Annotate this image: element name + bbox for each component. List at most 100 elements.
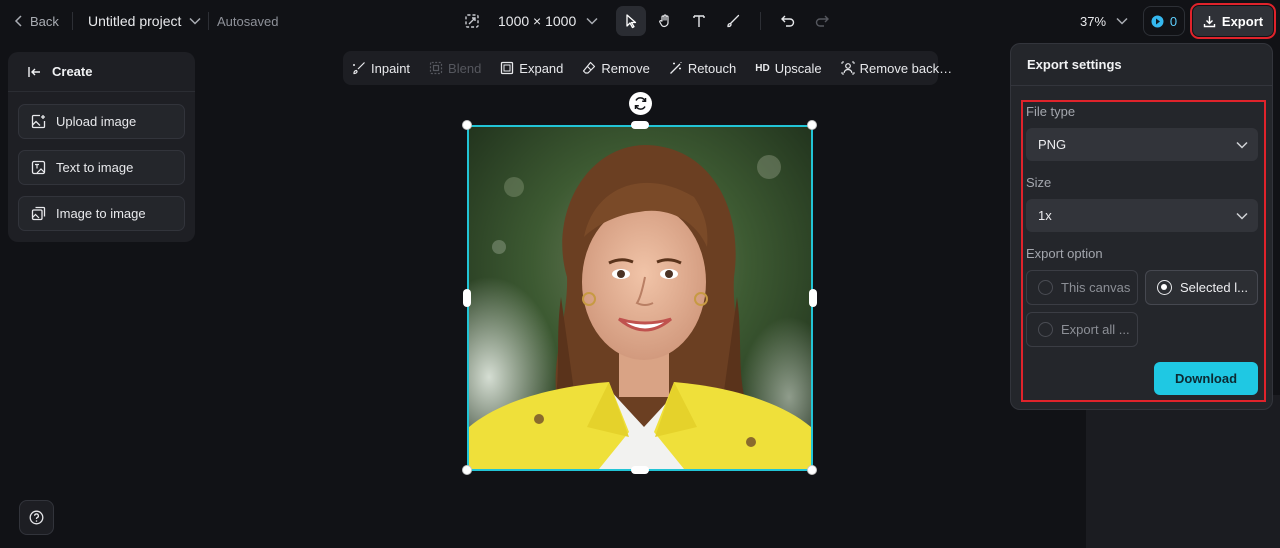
image-to-image-icon xyxy=(31,206,46,221)
size-label: Size xyxy=(1026,175,1052,190)
remove-background-button[interactable]: Remove back… xyxy=(841,61,952,76)
chevron-down-icon xyxy=(189,17,201,25)
tool-group xyxy=(616,6,837,36)
download-button[interactable]: Download xyxy=(1154,362,1258,395)
option-selected-layer[interactable]: Selected l... xyxy=(1145,270,1258,305)
resize-icon xyxy=(465,14,479,28)
resize-canvas-button[interactable] xyxy=(464,0,480,42)
back-button[interactable]: Back xyxy=(14,0,59,42)
option-this-canvas[interactable]: This canvas xyxy=(1026,270,1138,305)
resize-handle-bottom-right[interactable] xyxy=(807,465,817,475)
brush-icon xyxy=(727,14,740,28)
size-select[interactable]: 1x xyxy=(1026,199,1258,232)
text-tool[interactable] xyxy=(684,6,714,36)
zoom-level: 37% xyxy=(1080,13,1107,29)
create-panel: Create Upload image Text to image Image … xyxy=(8,52,195,242)
divider xyxy=(72,12,73,30)
upload-image-button[interactable]: Upload image xyxy=(18,104,185,139)
select-tool[interactable] xyxy=(616,6,646,36)
cursor-icon xyxy=(626,14,637,29)
resize-handle-top[interactable] xyxy=(631,121,649,129)
project-title-dropdown[interactable]: Untitled project xyxy=(88,0,201,42)
help-icon xyxy=(29,510,44,525)
edit-toolbar: Inpaint Blend Expand Remove Retouch HD U… xyxy=(343,51,952,85)
chevron-down-icon xyxy=(1236,212,1248,220)
export-settings-popup: Export settings File type PNG Size 1x Ex… xyxy=(1010,43,1273,410)
resize-handle-bottom[interactable] xyxy=(631,466,649,474)
chevron-down-icon xyxy=(586,17,598,25)
help-button[interactable] xyxy=(19,500,54,535)
rotate-handle[interactable] xyxy=(629,92,652,115)
resize-handle-left[interactable] xyxy=(463,289,471,307)
text-icon xyxy=(693,15,705,27)
option-export-all[interactable]: Export all ... xyxy=(1026,312,1138,347)
file-type-value: PNG xyxy=(1038,137,1067,152)
create-title: Create xyxy=(52,64,93,79)
upscale-label: Upscale xyxy=(774,60,822,76)
canvas-image[interactable] xyxy=(467,125,813,471)
export-settings-title: Export settings xyxy=(1011,44,1272,86)
expand-button[interactable]: Expand xyxy=(500,61,563,76)
retouch-button[interactable]: Retouch xyxy=(669,61,736,76)
remove-button[interactable]: Remove xyxy=(582,60,650,76)
credits-count: 0 xyxy=(1169,13,1178,29)
divider xyxy=(760,12,761,30)
brush-tool[interactable] xyxy=(718,6,748,36)
eraser-icon xyxy=(583,61,596,74)
resize-handle-right[interactable] xyxy=(809,289,817,307)
file-type-select[interactable]: PNG xyxy=(1026,128,1258,161)
option-export-all-label: Export all ... xyxy=(1061,322,1130,337)
export-option-label: Export option xyxy=(1026,246,1103,261)
hd-badge: HD xyxy=(755,62,770,74)
remove-background-label: Remove back… xyxy=(859,60,953,76)
remove-background-icon xyxy=(841,61,855,75)
blend-icon xyxy=(429,61,443,75)
expand-label: Expand xyxy=(519,60,564,76)
remove-label: Remove xyxy=(601,60,650,76)
export-button[interactable]: Export xyxy=(1190,3,1276,39)
redo-icon xyxy=(815,15,829,27)
text-to-image-icon xyxy=(31,160,46,175)
resize-handle-top-right[interactable] xyxy=(807,120,817,130)
chevron-down-icon xyxy=(1236,141,1248,149)
upscale-button[interactable]: HD Upscale xyxy=(755,61,821,76)
undo-icon xyxy=(781,15,795,27)
export-label: Export xyxy=(1221,13,1264,29)
blend-button[interactable]: Blend xyxy=(429,61,481,76)
chevron-left-icon xyxy=(14,15,22,27)
expand-icon xyxy=(501,61,514,75)
upload-image-icon xyxy=(31,114,46,129)
option-selected-layer-label: Selected l... xyxy=(1180,280,1248,295)
option-this-canvas-label: This canvas xyxy=(1061,280,1131,295)
canvas-size-dropdown[interactable]: 1000 × 1000 xyxy=(498,0,598,42)
resize-handle-top-left[interactable] xyxy=(462,120,472,130)
file-type-label: File type xyxy=(1026,104,1076,119)
resize-handle-bottom-left[interactable] xyxy=(462,465,472,475)
create-header[interactable]: Create xyxy=(8,52,195,92)
blend-label: Blend xyxy=(448,60,482,76)
retouch-icon xyxy=(669,62,682,74)
arrow-left-icon xyxy=(28,66,40,77)
redo-button[interactable] xyxy=(807,6,837,36)
credits-button[interactable]: 0 xyxy=(1143,6,1185,36)
retouch-label: Retouch xyxy=(687,60,737,76)
download-icon xyxy=(1203,15,1216,27)
radio-selected-icon xyxy=(1157,280,1172,295)
right-side-panel xyxy=(1086,395,1280,548)
divider xyxy=(208,12,209,30)
undo-button[interactable] xyxy=(773,6,803,36)
text-to-image-button[interactable]: Text to image xyxy=(18,150,185,185)
radio-icon xyxy=(1038,280,1053,295)
image-to-image-button[interactable]: Image to image xyxy=(18,196,185,231)
hand-tool[interactable] xyxy=(650,6,680,36)
rotate-icon xyxy=(634,97,647,110)
back-label: Back xyxy=(30,13,59,29)
credits-icon xyxy=(1151,15,1164,27)
zoom-dropdown[interactable]: 37% xyxy=(1080,0,1128,42)
image-to-image-label: Image to image xyxy=(56,206,146,221)
project-title: Untitled project xyxy=(88,13,182,29)
top-bar: Back Untitled project Autosaved 1000 × 1… xyxy=(0,0,1280,42)
inpaint-button[interactable]: Inpaint xyxy=(352,61,410,76)
inpaint-label: Inpaint xyxy=(371,60,411,76)
radio-icon xyxy=(1038,322,1053,337)
